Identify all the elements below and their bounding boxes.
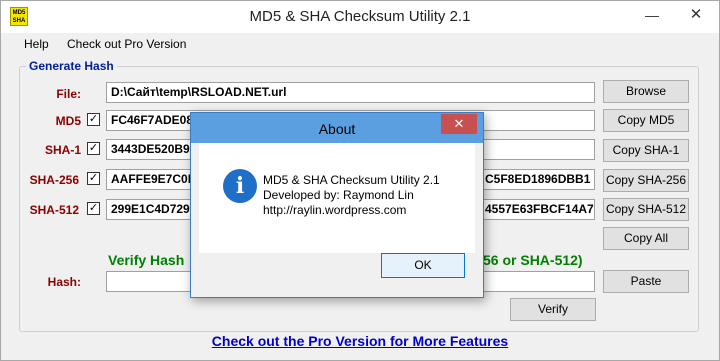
sha512-checkbox[interactable]: ✓	[87, 202, 100, 215]
sha256-hash-field-tail: C5F8ED1896DBB1	[485, 169, 595, 190]
verify-hash-title-tail: 56 or SHA-512)	[483, 252, 583, 268]
copy-all-button[interactable]: Copy All	[603, 227, 689, 250]
sha256-label: SHA-256	[29, 173, 79, 187]
about-dialog-body: i MD5 & SHA Checksum Utility 2.1 Develop…	[199, 143, 475, 253]
md5-label: MD5	[55, 114, 81, 128]
info-icon: i	[223, 169, 257, 203]
sha256-checkbox[interactable]: ✓	[87, 172, 100, 185]
sha512-label: SHA-512	[29, 203, 79, 217]
ok-button[interactable]: OK	[381, 253, 465, 278]
md5-checkbox[interactable]: ✓	[87, 113, 100, 126]
verify-hash-title: Verify Hash	[108, 252, 185, 268]
copy-md5-button[interactable]: Copy MD5	[603, 109, 689, 132]
window-title: MD5 & SHA Checksum Utility 2.1	[249, 8, 471, 25]
copy-sha512-button[interactable]: Copy SHA-512	[603, 198, 689, 221]
sha512-hash-field-tail: 4557E63FBCF14A7	[485, 199, 595, 220]
hash-label: Hash:	[47, 275, 81, 289]
minimize-button[interactable]: —	[629, 1, 675, 31]
copy-sha256-button[interactable]: Copy SHA-256	[603, 169, 689, 192]
sha1-label: SHA-1	[44, 143, 81, 157]
about-website: http://raylin.wordpress.com	[263, 203, 407, 217]
verify-button[interactable]: Verify	[510, 298, 596, 321]
pro-version-link[interactable]: Check out the Pro Version for More Featu…	[1, 333, 719, 349]
about-dialog-title-bar[interactable]: About ✕	[191, 113, 483, 143]
sha1-checkbox[interactable]: ✓	[87, 142, 100, 155]
menu-help[interactable]: Help	[24, 37, 49, 51]
close-button[interactable]: ✕	[673, 1, 719, 31]
generate-hash-title: Generate Hash	[26, 59, 117, 73]
copy-sha1-button[interactable]: Copy SHA-1	[603, 139, 689, 162]
file-label: File:	[56, 87, 81, 101]
about-close-button[interactable]: ✕	[441, 114, 477, 134]
paste-button[interactable]: Paste	[603, 270, 689, 293]
menu-bar: Help Check out Pro Version	[1, 33, 719, 55]
file-path-field[interactable]: D:\Сайт\temp\RSLOAD.NET.url	[106, 82, 595, 103]
about-developer: Developed by: Raymond Lin	[263, 188, 414, 202]
about-dialog: About ✕ i MD5 & SHA Checksum Utility 2.1…	[190, 112, 484, 298]
menu-check-out-pro[interactable]: Check out Pro Version	[67, 37, 186, 51]
about-app-name: MD5 & SHA Checksum Utility 2.1	[263, 173, 440, 187]
about-dialog-title: About	[318, 121, 356, 137]
title-bar[interactable]: MD5 SHA MD5 & SHA Checksum Utility 2.1 —…	[1, 1, 719, 33]
browse-button[interactable]: Browse	[603, 80, 689, 103]
